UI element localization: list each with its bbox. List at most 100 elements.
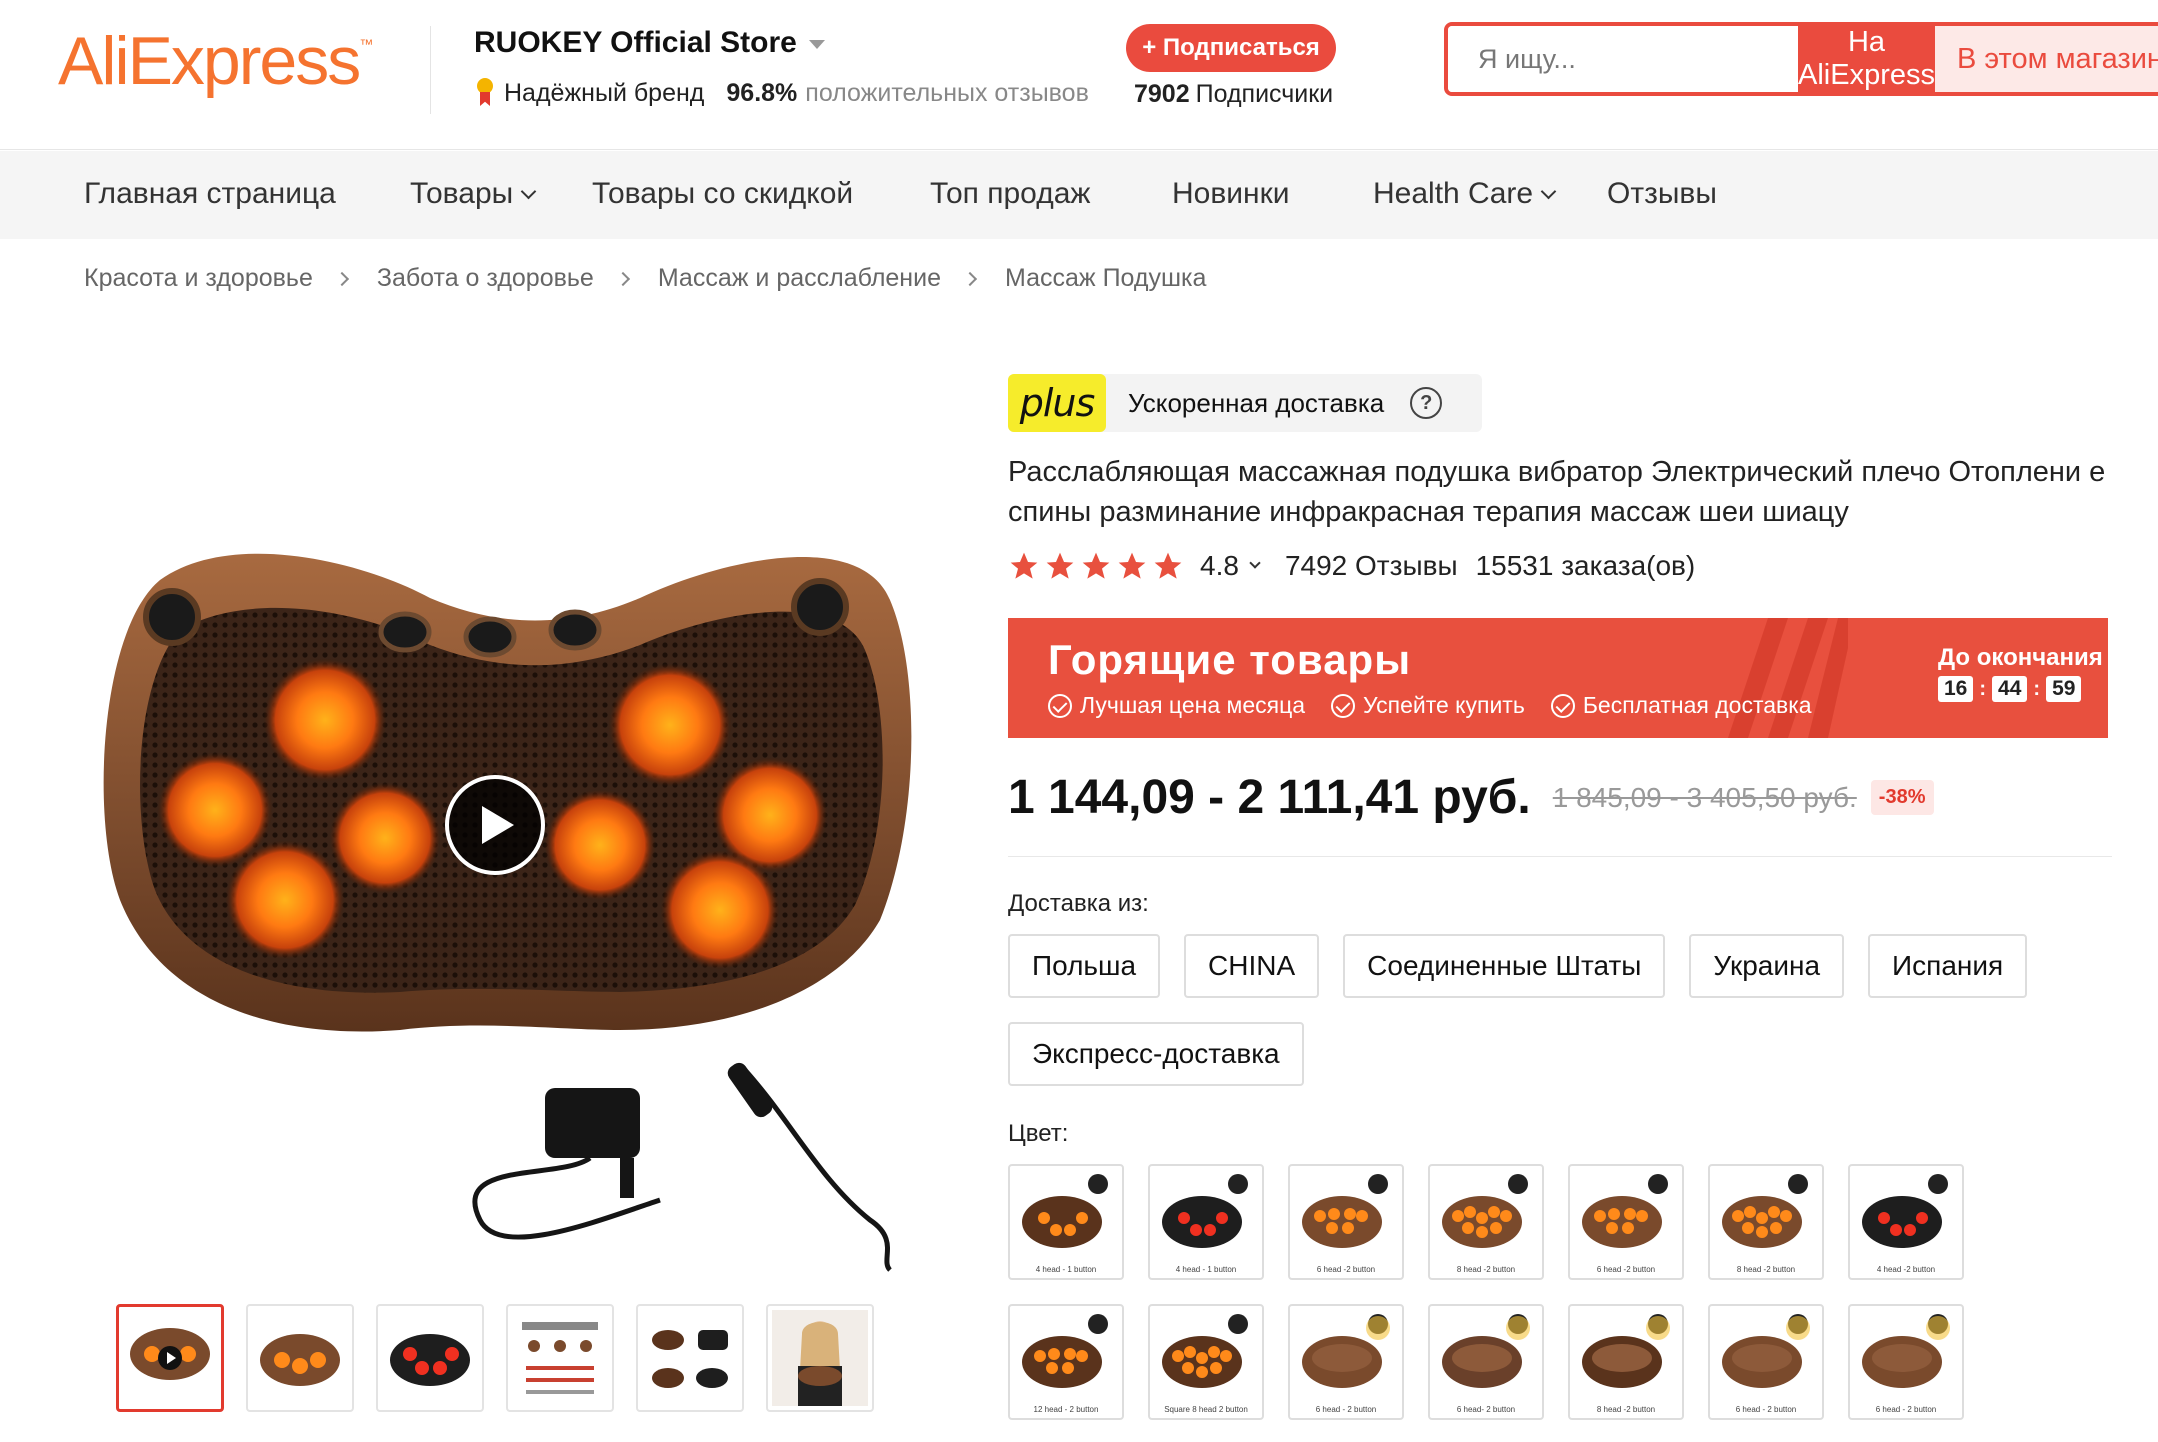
color-label: Цвет: (1008, 1120, 1069, 1147)
countdown-label: До окончания (1938, 644, 2103, 671)
subscribe-button[interactable]: + Подписаться (1126, 24, 1336, 72)
swatch-caption: 6 head - 2 button (1875, 1405, 1937, 1414)
pillow-variant-image (1162, 1314, 1248, 1388)
hot-deals-banner: Горящие товары Лучшая цена месяца Успейт… (1008, 618, 2108, 738)
header-divider (430, 26, 431, 114)
color-swatch[interactable]: 4 head -2 button (1848, 1164, 1964, 1280)
ship-option-usa[interactable]: Соединенные Штаты (1343, 934, 1666, 998)
thumbnail[interactable] (506, 1304, 614, 1412)
pillow-variant-image (1162, 1174, 1248, 1248)
breadcrumb-item[interactable]: Массаж Подушка (1005, 264, 1206, 293)
color-swatch[interactable]: 8 head -2 button (1708, 1164, 1824, 1280)
color-swatch[interactable]: 4 head - 1 button (1148, 1164, 1264, 1280)
breadcrumb-item[interactable]: Забота о здоровье (377, 264, 594, 293)
search-aliexpress-button[interactable]: На AliExpress (1798, 26, 1935, 92)
ship-option-spain[interactable]: Испания (1868, 934, 2028, 998)
ship-option-express[interactable]: Экспресс-доставка (1008, 1022, 1304, 1086)
countdown-timer: 16: 44: 59 (1938, 676, 2103, 702)
color-swatch[interactable]: 6 head - 2 button (1708, 1304, 1824, 1420)
nav-products-label: Товары (410, 177, 514, 210)
pillow-variant-image (1862, 1314, 1950, 1388)
thumbnail[interactable] (246, 1304, 354, 1412)
thumbnail[interactable] (766, 1304, 874, 1412)
ship-option-poland[interactable]: Польша (1008, 934, 1161, 998)
pillow-variant-image (1442, 1174, 1528, 1248)
nav-reviews[interactable]: Отзывы (1607, 177, 1717, 211)
hot-deals-title: Горящие товары (1048, 636, 1412, 683)
chevron-right-icon (962, 271, 978, 286)
swatch-caption: 12 head - 2 button (1033, 1405, 1099, 1414)
swatch-caption: 4 head -2 button (1876, 1265, 1936, 1274)
product-title: Расслабляющая массажная подушка вибратор… (1008, 456, 2106, 528)
color-swatch[interactable]: 12 head - 2 button (1008, 1304, 1124, 1420)
plus-badge: plus (1008, 374, 1106, 432)
thumbnail-strip (116, 1304, 874, 1412)
rating-value[interactable]: 4.8 (1200, 550, 1239, 582)
chevron-down-icon[interactable] (1249, 557, 1261, 569)
search-input[interactable] (1448, 26, 1798, 92)
subscribers-count: 7902 (1134, 80, 1190, 108)
nav-new-label: Новинки (1172, 177, 1290, 210)
nav-top-sales[interactable]: Топ продаж (930, 177, 1090, 211)
orders-count: 15531 заказа(ов) (1475, 550, 1696, 581)
help-icon[interactable]: ? (1410, 387, 1443, 419)
feature-label: Бесплатная доставка (1582, 692, 1812, 718)
nav-products[interactable]: Товары (410, 177, 537, 211)
thumbnail[interactable] (636, 1304, 744, 1412)
ship-option-china[interactable]: CHINA (1184, 934, 1320, 998)
current-price: 1 144,09 - 2 111,41 руб. (1008, 771, 1531, 824)
check-icon (1331, 693, 1356, 718)
timer-hours: 16 (1938, 676, 1974, 702)
chevron-down-icon (520, 183, 537, 199)
swatch-caption: Square 8 head 2 button (1164, 1405, 1248, 1414)
timer-minutes: 44 (1992, 676, 2028, 702)
swatch-caption: 4 head - 1 button (1035, 1265, 1097, 1274)
logo-text: AliExpress (58, 23, 361, 99)
pillow-variant-image (1722, 1314, 1810, 1388)
fast-delivery-label: Ускоренная доставка (1128, 387, 1385, 418)
breadcrumb-item[interactable]: Массаж и расслабление (658, 264, 941, 293)
nav-discounts[interactable]: Товары со скидкой (592, 177, 853, 211)
star-icon (1010, 552, 1038, 579)
chevron-right-icon (615, 271, 630, 286)
feature-item: Бесплатная доставка (1550, 692, 1812, 719)
color-swatch[interactable]: 6 head- 2 button (1428, 1304, 1544, 1420)
ship-option-ukraine[interactable]: Украина (1689, 934, 1845, 998)
color-swatch[interactable]: 6 head -2 button (1288, 1164, 1404, 1280)
color-swatch[interactable]: 4 head - 1 button (1008, 1164, 1124, 1280)
color-swatch[interactable]: Square 8 head 2 button (1148, 1304, 1264, 1420)
color-swatch[interactable]: 6 head - 2 button (1848, 1304, 1964, 1420)
discount-badge: -38% (1870, 780, 1934, 815)
store-name[interactable]: RUOKEY Official Store (474, 26, 825, 60)
nav-home[interactable]: Главная страница (84, 177, 336, 211)
massage-pillow-image (103, 553, 912, 1272)
color-swatch[interactable]: 6 head -2 button (1568, 1164, 1684, 1280)
thumbnail[interactable] (376, 1304, 484, 1412)
caret-down-icon[interactable] (808, 39, 825, 49)
nav-new[interactable]: Новинки (1172, 177, 1290, 211)
main-product-image[interactable] (100, 520, 940, 1290)
color-swatch[interactable]: 8 head -2 button (1428, 1164, 1544, 1280)
nav-top-sales-label: Топ продаж (930, 177, 1091, 210)
pillow-variant-image (1582, 1314, 1670, 1388)
nav-health-care[interactable]: Health Care (1373, 177, 1557, 211)
nav-discounts-label: Товары со скидкой (592, 177, 854, 210)
search-store-button[interactable]: В этом магазине (1934, 26, 2158, 92)
aliexpress-logo[interactable]: AliExpress™ (58, 22, 373, 100)
pillow-variant-image (1582, 1174, 1668, 1248)
color-swatch[interactable]: 6 head - 2 button (1288, 1304, 1404, 1420)
swatch-caption: 4 head - 1 button (1175, 1265, 1237, 1274)
breadcrumb-item[interactable]: Красота и здоровье (84, 264, 313, 293)
thumbnail[interactable] (116, 1304, 224, 1412)
swatch-caption: 8 head -2 button (1736, 1265, 1796, 1274)
reviews-count[interactable]: 7492 Отзывы (1285, 550, 1458, 582)
color-swatch[interactable]: 8 head -2 button (1568, 1304, 1684, 1420)
positive-reviews-label: положительных отзывов (805, 78, 1089, 107)
positive-percent: 96.8% (726, 78, 798, 107)
check-icon (1048, 693, 1072, 718)
countdown: До окончания 16: 44: 59 (1938, 644, 2103, 702)
star-icon (1154, 552, 1182, 579)
pillow-variant-image (1722, 1174, 1808, 1248)
swatch-caption: 8 head -2 button (1456, 1265, 1516, 1274)
star-icon (1118, 552, 1146, 579)
